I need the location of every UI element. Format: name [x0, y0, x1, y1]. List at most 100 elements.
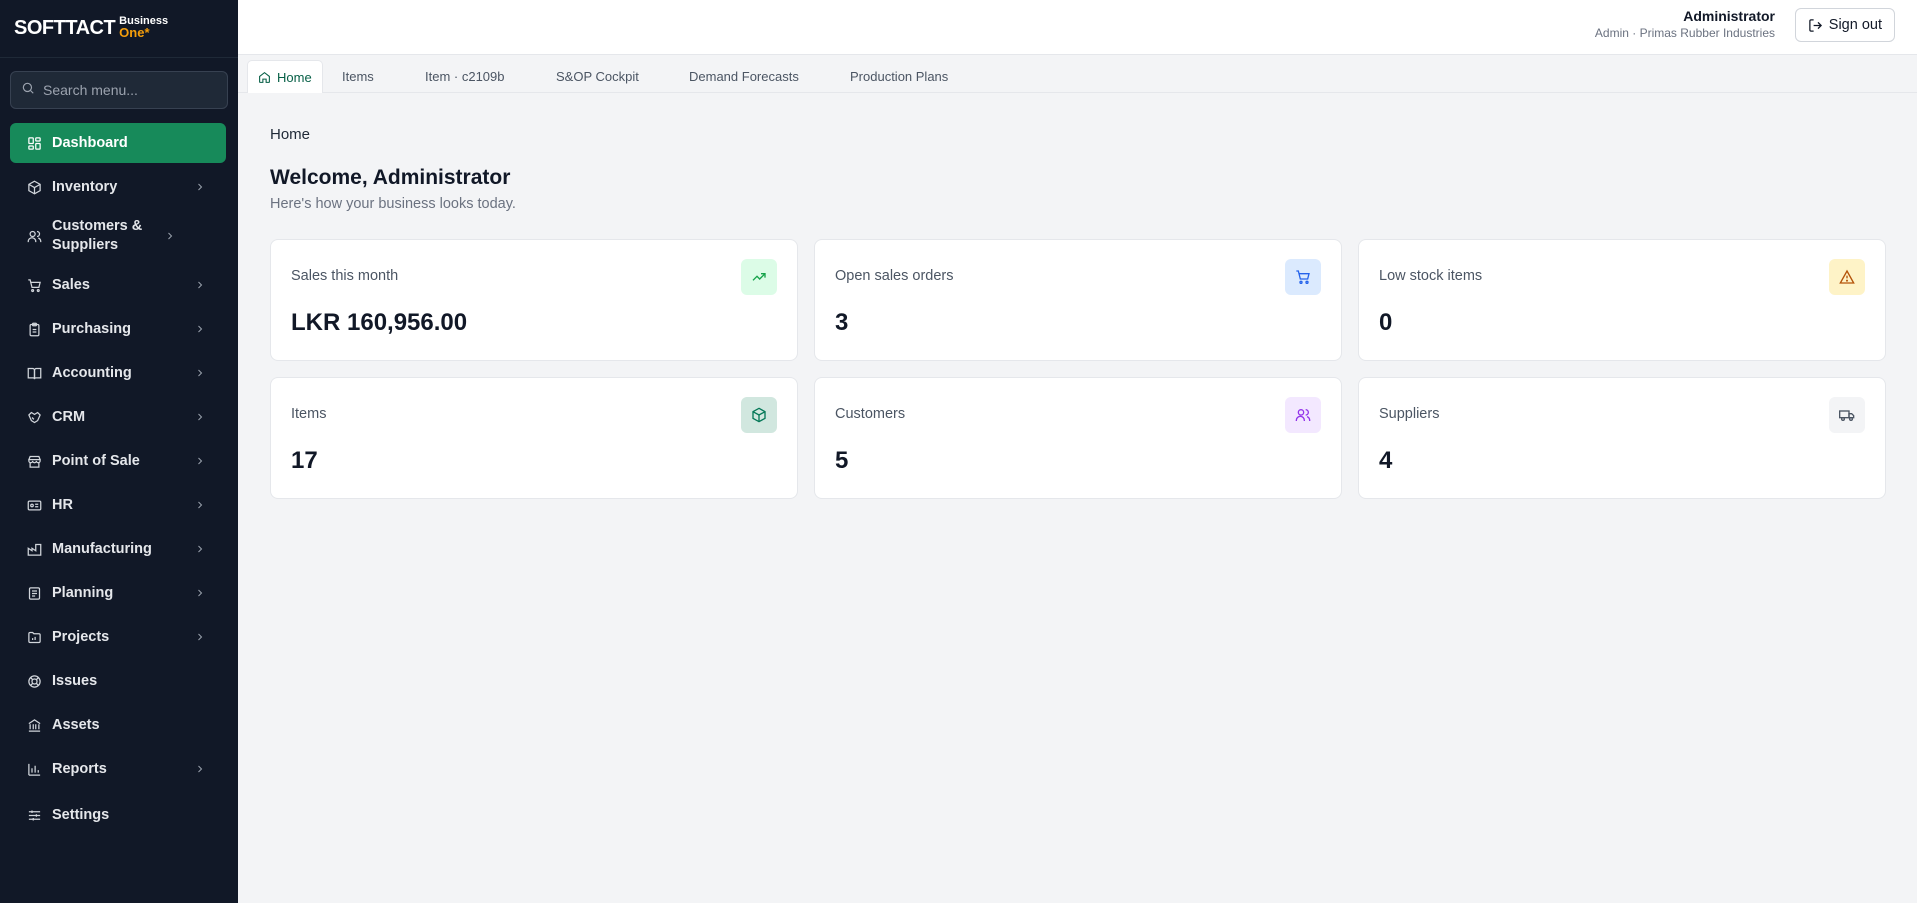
- sidebar-item-manufacturing[interactable]: Manufacturing: [10, 529, 226, 569]
- user-role: Admin · Primas Rubber Industries: [1594, 26, 1775, 40]
- stat-card-open-sales-orders[interactable]: Open sales orders 3: [814, 239, 1342, 361]
- page-subtitle: Here's how your business looks today.: [270, 196, 516, 212]
- chevron-right-icon: [162, 228, 178, 244]
- stat-value: 3: [835, 309, 849, 336]
- sidebar-item-reports[interactable]: Reports: [10, 749, 226, 789]
- stat-value: 5: [835, 447, 849, 474]
- folder-chart-icon: [26, 629, 42, 645]
- search-input[interactable]: [43, 82, 223, 98]
- users-icon: [1285, 397, 1321, 433]
- tab-label: Items: [342, 69, 374, 84]
- trending-up-icon: [741, 259, 777, 295]
- planning-icon: [26, 585, 42, 601]
- sidebar-item-label: Planning: [52, 584, 114, 601]
- sidebar-item-label: Assets: [52, 716, 100, 733]
- sidebar-item-label: Sales: [52, 276, 90, 293]
- sidebar-item-label: Accounting: [52, 364, 132, 381]
- sidebar-item-settings[interactable]: Settings: [10, 795, 226, 835]
- sidebar-item-label: Purchasing: [52, 320, 131, 337]
- user-name: Administrator: [1683, 8, 1775, 24]
- sign-out-icon: [1809, 18, 1822, 32]
- sidebar-item-projects[interactable]: Projects: [10, 617, 226, 657]
- sign-out-button[interactable]: Sign out: [1794, 8, 1895, 42]
- chevron-right-icon: [192, 409, 208, 425]
- chevron-right-icon: [192, 277, 208, 293]
- box-icon: [741, 397, 777, 433]
- store-icon: [26, 453, 42, 469]
- brand-logo[interactable]: SOFTTACT Business One*: [0, 0, 238, 58]
- stat-card-sales-this-month[interactable]: Sales this month LKR 160,956.00: [270, 239, 798, 361]
- book-icon: [26, 365, 42, 381]
- stat-card-customers[interactable]: Customers 5: [814, 377, 1342, 499]
- sidebar-item-accounting[interactable]: Accounting: [10, 353, 226, 393]
- handshake-icon: [26, 409, 42, 425]
- sidebar-item-assets[interactable]: Assets: [10, 705, 226, 745]
- stat-value: 4: [1379, 447, 1393, 474]
- box-icon: [26, 179, 42, 195]
- chevron-right-icon: [192, 453, 208, 469]
- sidebar-item-label: Customers & Suppliers: [52, 218, 143, 253]
- sidebar: SOFTTACT Business One* Dashboard Invento…: [0, 0, 238, 903]
- stat-label: Sales this month: [291, 268, 399, 284]
- stat-label: Open sales orders: [835, 268, 954, 284]
- clipboard-icon: [26, 321, 42, 337]
- tab-label: Production Plans: [850, 69, 949, 84]
- chevron-right-icon: [192, 321, 208, 337]
- users-icon: [26, 228, 42, 244]
- search-icon: [21, 81, 35, 100]
- stat-label: Items: [291, 406, 327, 422]
- sidebar-item-label: Inventory: [52, 178, 118, 195]
- stat-value: LKR 160,956.00: [291, 309, 468, 336]
- menu-search[interactable]: [10, 71, 228, 109]
- tab-items[interactable]: Items: [342, 60, 374, 93]
- bar-chart-icon: [26, 761, 42, 777]
- sign-out-label: Sign out: [1828, 17, 1882, 33]
- sidebar-item-dashboard[interactable]: Dashboard: [10, 123, 226, 163]
- sidebar-item-inventory[interactable]: Inventory: [10, 167, 226, 207]
- chevron-right-icon: [192, 497, 208, 513]
- chevron-right-icon: [192, 585, 208, 601]
- tab-demand-forecasts[interactable]: Demand Forecasts: [689, 60, 799, 93]
- tab-bar: Home Items Item · c2109b S&OP Cockpit De…: [238, 55, 1917, 93]
- sidebar-item-label: Projects: [52, 628, 110, 645]
- stat-value: 0: [1379, 309, 1393, 336]
- sidebar-item-label: Reports: [52, 760, 107, 777]
- sidebar-item-crm[interactable]: CRM: [10, 397, 226, 437]
- user-info: Administrator Admin · Primas Rubber Indu…: [1595, 8, 1775, 40]
- stat-label: Suppliers: [1379, 406, 1440, 422]
- stat-card-suppliers[interactable]: Suppliers 4: [1358, 377, 1886, 499]
- stat-card-items[interactable]: Items 17: [270, 377, 798, 499]
- chevron-right-icon: [192, 629, 208, 645]
- tab-home[interactable]: Home: [247, 60, 323, 93]
- sidebar-item-planning[interactable]: Planning: [10, 573, 226, 613]
- tab-label: Home: [277, 69, 312, 85]
- sidebar-item-label: Settings: [52, 806, 110, 823]
- tab-sop-cockpit[interactable]: S&OP Cockpit: [556, 60, 639, 93]
- cart-icon: [1285, 259, 1321, 295]
- sliders-icon: [26, 807, 42, 823]
- lifebuoy-icon: [26, 673, 42, 689]
- breadcrumb: Home: [270, 126, 311, 143]
- truck-icon: [1829, 397, 1865, 433]
- stat-card-low-stock-items[interactable]: Low stock items 0: [1358, 239, 1886, 361]
- tab-production-plans[interactable]: Production Plans: [850, 60, 948, 93]
- tab-label: S&OP Cockpit: [556, 69, 639, 84]
- sidebar-item-issues[interactable]: Issues: [10, 661, 226, 701]
- cart-icon: [26, 277, 42, 293]
- sidebar-item-point-of-sale[interactable]: Point of Sale: [10, 441, 226, 481]
- dashboard-icon: [26, 135, 42, 151]
- sidebar-item-label: Issues: [52, 672, 98, 689]
- sidebar-item-label: CRM: [52, 408, 86, 425]
- tab-item-c2109b[interactable]: Item · c2109b: [425, 60, 505, 93]
- sidebar-item-label: Point of Sale: [52, 452, 140, 469]
- sidebar-item-purchasing[interactable]: Purchasing: [10, 309, 226, 349]
- sidebar-item-customers-suppliers[interactable]: Customers & Suppliers: [10, 211, 226, 261]
- brand-suffix-bottom: One*: [119, 25, 150, 40]
- stat-value: 17: [291, 447, 318, 474]
- sidebar-item-label: Manufacturing: [52, 540, 152, 557]
- sidebar-item-sales[interactable]: Sales: [10, 265, 226, 305]
- brand-name: SOFTTACT: [14, 17, 116, 39]
- id-card-icon: [26, 497, 42, 513]
- sidebar-item-hr[interactable]: HR: [10, 485, 226, 525]
- stat-label: Customers: [835, 406, 906, 422]
